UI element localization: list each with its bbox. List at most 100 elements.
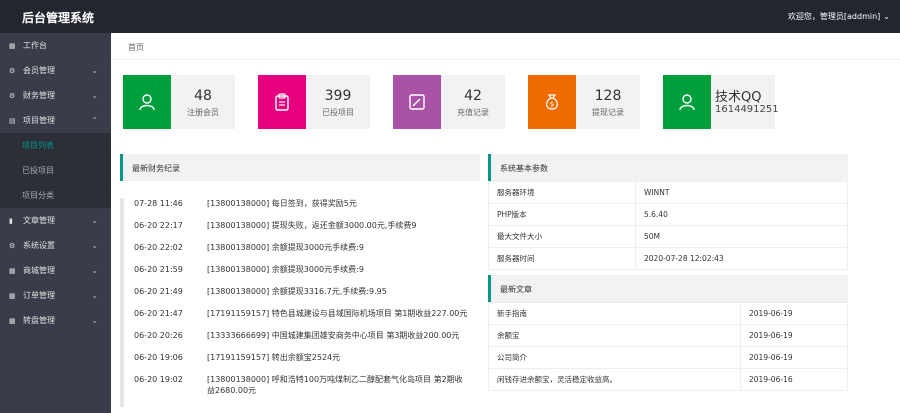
app-title: 后台管理系统 [22,11,95,25]
table-row[interactable]: 闲钱存进余额宝，灵活稳定收益高。 2019-06-16 [488,368,848,391]
clipboard-icon [258,75,306,129]
log-message: [13800138000] 余额提现3000元手续费:9 [207,265,364,274]
sidebar-item-members[interactable]: ⚙ 会员管理 ⌄ [0,58,111,83]
sidebar-subitem-project-list[interactable]: 项目列表 [0,133,111,158]
breadcrumb: 首页 [111,33,900,60]
grid-icon: ▦ [9,316,16,325]
grid-icon: ▦ [9,266,16,275]
sidebar-item-orders[interactable]: ▦ 订单管理 ⌄ [0,283,111,308]
sidebar: ▦ 工作台 ⚙ 会员管理 ⌄ ⚙ 财务管理 ⌄ ▤ 项目管理 ⌃ 项目列表 已投… [0,33,111,413]
stat-card-withdraw[interactable]: $ 128 提现记录 [528,75,640,129]
sidebar-item-label: 文章管理 [23,216,55,225]
system-params-panel: 系统基本参数 服务器环境 WINNT PHP版本 5.6.40 最大文件大小 50M … [488,154,848,270]
sidebar-item-label: 财务管理 [23,91,55,100]
sidebar-subitem-invested-projects[interactable]: 已投项目 [0,158,111,183]
list-icon: ▤ [9,116,16,125]
list-item: 06-20 19:02 [13800138000] 呼和浩特100万吨煤制乙二醇配… [134,374,470,396]
table-row: 服务器环境 WINNT [488,181,848,204]
stat-value: 42 [464,88,482,104]
panel-title: 系统基本参数 [488,154,848,181]
articles-table: 新手指南 2019-06-19 余额宝 2019-06-19 公司简介 2019-06… [488,302,848,391]
stat-card-tech-qq[interactable]: 技术QQ 1614491251 [663,75,779,129]
stat-value: 48 [194,88,212,104]
log-message: [13800138000] 呼和浩特100万吨煤制乙二醇配套气化岛项目 第2期收… [207,375,463,395]
money-bag-icon: $ [528,75,576,129]
param-value: 50M [635,225,848,248]
table-row[interactable]: 余额宝 2019-06-19 [488,324,848,347]
latest-articles-panel: 最新文章 新手指南 2019-06-19 余额宝 2019-06-19 公司简介 20… [488,275,848,391]
stat-value: 399 [324,88,352,104]
stat-label: 1614491251 [715,104,779,115]
param-key: 最大文件大小 [488,225,636,248]
log-time: 06-20 20:26 [134,331,183,340]
article-date: 2019-06-19 [740,302,848,325]
list-item: 06-20 22:02 [13800138000] 余额提现3000元手续费:9 [134,242,470,253]
chevron-down-icon: ⌄ [91,241,98,250]
sidebar-item-label: 会员管理 [23,66,55,75]
list-item: 06-20 22:17 [13800138000] 提现失败，返还金额3000.0… [134,220,470,231]
sidebar-item-label: 订单管理 [23,291,55,300]
finance-log-panel: 最新财务纪录 07-28 11:46 [13800138000] 每日签到，获得奖… [120,154,480,413]
sidebar-item-settings[interactable]: ⚙ 系统设置 ⌄ [0,233,111,258]
gear-icon: ⚙ [9,91,16,100]
log-message: [13800138000] 余额提现3000元手续费:9 [207,243,364,252]
log-message: [13800138000] 每日签到，获得奖励5元 [207,199,357,208]
log-time: 06-20 19:02 [134,375,183,384]
list-item: 06-20 19:06 [17191159157] 转出余额宝2524元 [134,352,470,363]
log-time: 06-20 21:59 [134,265,183,274]
chevron-down-icon: ⌄ [91,291,98,300]
breadcrumb-home[interactable]: 首页 [128,43,144,52]
sidebar-item-label: 项目管理 [23,116,55,125]
stat-value: 技术QQ [715,90,762,105]
list-item: 06-20 21:47 [17191159157] 特色县城建设与县域国际机场项目… [134,308,470,319]
finance-log-list: 07-28 11:46 [13800138000] 每日签到，获得奖励5元 06-… [120,198,470,407]
svg-text:$: $ [550,101,554,109]
article-title[interactable]: 余额宝 [488,324,741,347]
table-row[interactable]: 新手指南 2019-06-19 [488,302,848,325]
log-time: 06-20 19:06 [134,353,183,362]
log-time: 06-20 22:02 [134,243,183,252]
log-time: 06-20 22:17 [134,221,183,230]
chevron-down-icon: ⌄ [91,216,98,225]
sidebar-item-label: 工作台 [23,41,47,50]
article-title[interactable]: 公司简介 [488,346,741,369]
chevron-up-icon: ⌃ [91,116,98,125]
panel-title: 最新文章 [488,275,848,302]
param-key: 服务器环境 [488,181,636,204]
sidebar-item-projects[interactable]: ▤ 项目管理 ⌃ [0,108,111,133]
chevron-down-icon: ⌄ [91,66,98,75]
user-greeting: 欢迎您，管理员[addmin] [787,12,881,21]
sidebar-item-wheel[interactable]: ▦ 转盘管理 ⌄ [0,308,111,333]
list-item: 07-28 11:46 [13800138000] 每日签到，获得奖励5元 [134,198,470,209]
stat-card-projects[interactable]: 399 已投项目 [258,75,370,129]
chevron-down-icon: ⌄ [91,91,98,100]
edit-icon [393,75,441,129]
stat-label: 提现记录 [592,108,624,117]
log-message: [13800138000] 提现失败，返还金额3000.00元,手续费9 [207,221,417,230]
sidebar-item-articles[interactable]: ▮ 文章管理 ⌄ [0,208,111,233]
sidebar-item-finance[interactable]: ⚙ 财务管理 ⌄ [0,83,111,108]
article-title[interactable]: 闲钱存进余额宝，灵活稳定收益高。 [488,368,741,391]
user-menu[interactable]: 欢迎您，管理员[addmin] ⌄ [788,11,890,22]
log-time: 06-20 21:49 [134,287,183,296]
grid-icon: ▦ [9,41,16,50]
table-row: PHP版本 5.6.40 [488,203,848,226]
log-message: [13800138000] 余额提现3316.7元,手续费:9.95 [207,287,387,296]
stat-label: 注册会员 [187,108,219,117]
article-title[interactable]: 新手指南 [488,302,741,325]
sidebar-item-dashboard[interactable]: ▦ 工作台 [0,33,111,58]
stat-card-members[interactable]: 48 注册会员 [123,75,235,129]
sidebar-subitem-project-categories[interactable]: 项目分类 [0,183,111,208]
stat-label: 充值记录 [457,108,489,117]
log-message: [13333666699] 中国城建集团雄安商务中心项目 第3期收益200.00… [207,331,460,340]
sidebar-item-mall[interactable]: ▦ 商城管理 ⌄ [0,258,111,283]
chevron-down-icon: ⌄ [91,266,98,275]
sidebar-item-label: 商城管理 [23,266,55,275]
table-row: 最大文件大小 50M [488,225,848,248]
list-item: 06-20 21:59 [13800138000] 余额提现3000元手续费:9 [134,264,470,275]
stat-card-recharge[interactable]: 42 充值记录 [393,75,505,129]
log-message: [17191159157] 特色县城建设与县域国际机场项目 第1期收益227.0… [207,309,468,318]
table-row[interactable]: 公司简介 2019-06-19 [488,346,848,369]
chevron-down-icon: ⌄ [91,316,98,325]
stat-value: 128 [594,88,622,104]
